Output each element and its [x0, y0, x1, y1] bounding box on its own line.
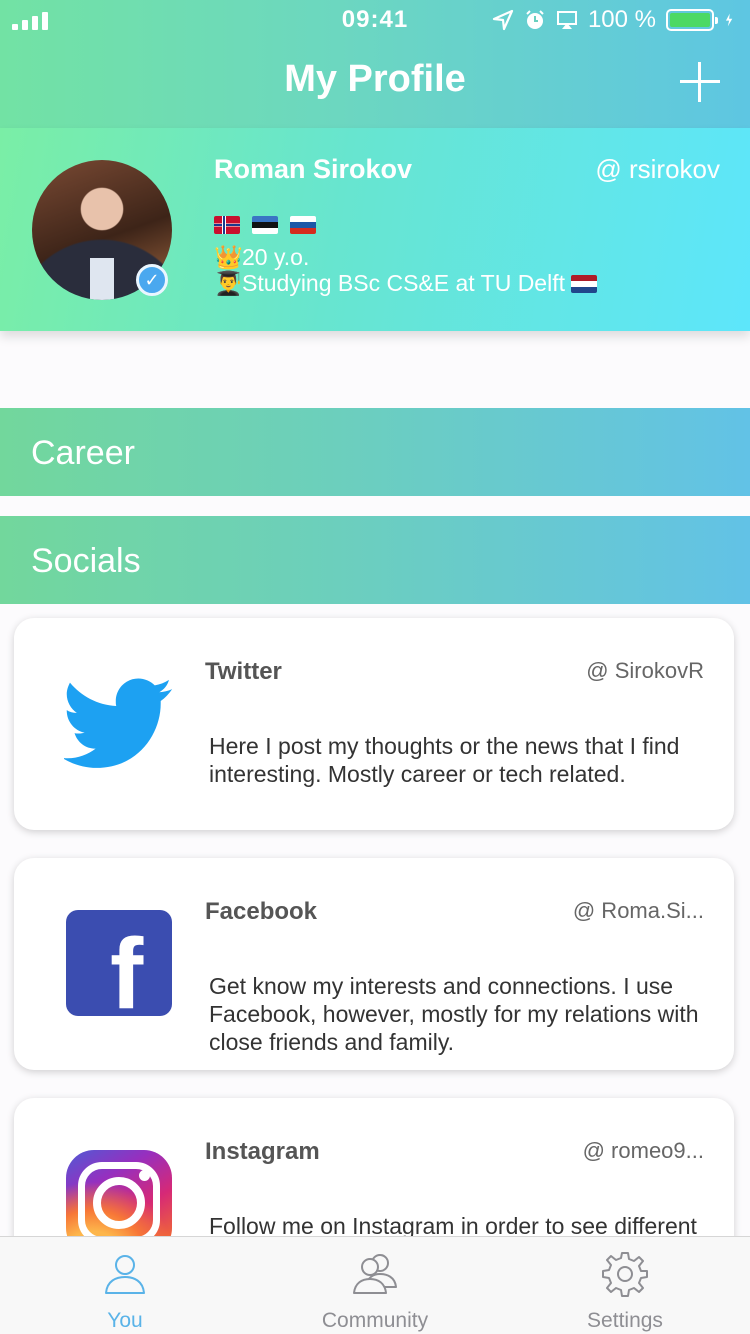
instagram-handle: @ romeo9...: [582, 1138, 704, 1163]
person-icon: [105, 1255, 145, 1294]
verified-checkmark-icon: ✓: [136, 264, 168, 296]
people-icon: [353, 1254, 397, 1294]
facebook-card[interactable]: f Facebook @ Roma.Si... Get know my inte…: [14, 858, 734, 1070]
profile-handle: @ rsirokov: [595, 154, 720, 184]
tab-you-label: You: [107, 1309, 143, 1332]
status-right: 100 %: [492, 6, 738, 34]
tab-community-label: Community: [321, 1309, 429, 1332]
tab-community[interactable]: Community: [250, 1237, 500, 1334]
top-header: 09:41 100 % My Profile: [0, 0, 750, 128]
facebook-icon: f: [66, 910, 172, 1016]
twitter-title: Twitter: [205, 658, 282, 685]
location-icon: [492, 9, 514, 31]
plus-icon[interactable]: [680, 62, 720, 102]
facebook-description: Get know my interests and connections. I…: [209, 973, 699, 1055]
socials-section-header[interactable]: Socials: [0, 516, 750, 604]
career-title: Career: [31, 434, 135, 472]
status-bar: 09:41 100 %: [0, 0, 750, 40]
twitter-description: Here I post my thoughts or the news that…: [209, 733, 680, 787]
airplay-icon: [556, 11, 577, 29]
career-section-header[interactable]: Career: [0, 408, 750, 496]
tab-settings-label: Settings: [587, 1309, 663, 1332]
profile-study-row: 👨‍🎓Studying BSc CS&E at TU Delft: [214, 270, 598, 297]
battery-percent: 100 %: [587, 6, 656, 33]
russia-flag-icon: [290, 216, 316, 234]
profile-name: Roman Sirokov: [214, 154, 413, 184]
instagram-title: Instagram: [205, 1138, 320, 1165]
tab-settings[interactable]: Settings: [500, 1237, 750, 1334]
netherlands-flag-icon: [571, 275, 598, 293]
twitter-card[interactable]: Twitter @ SirokovR Here I post my though…: [14, 618, 734, 830]
tab-bar: You Community Settings: [0, 1236, 750, 1334]
battery-icon: [666, 9, 718, 31]
tab-you[interactable]: You: [0, 1237, 250, 1334]
estonia-flag-icon: [252, 216, 278, 234]
socials-title: Socials: [31, 542, 141, 580]
facebook-title: Facebook: [205, 898, 318, 925]
gear-icon: [602, 1252, 648, 1297]
norway-flag-icon: [214, 216, 240, 234]
profile-age-row: 👑20 y.o.: [214, 244, 309, 271]
crown-icon: 👑: [214, 244, 243, 270]
profile-age: 20 y.o.: [242, 244, 310, 270]
flags-row: [214, 216, 316, 234]
profile-study: Studying BSc CS&E at TU Delft: [242, 270, 565, 296]
twitter-handle: @ SirokovR: [586, 658, 704, 683]
alarm-icon: [526, 10, 544, 29]
charging-icon: [725, 13, 733, 27]
facebook-handle: @ Roma.Si...: [572, 898, 704, 923]
page-title: My Profile: [284, 58, 466, 100]
student-icon: 👨‍🎓: [214, 270, 243, 296]
twitter-bird-icon: [64, 678, 173, 768]
profile-card: ✓ Roman Sirokov @ rsirokov 👑20 y.o. 👨‍🎓S…: [0, 128, 750, 331]
